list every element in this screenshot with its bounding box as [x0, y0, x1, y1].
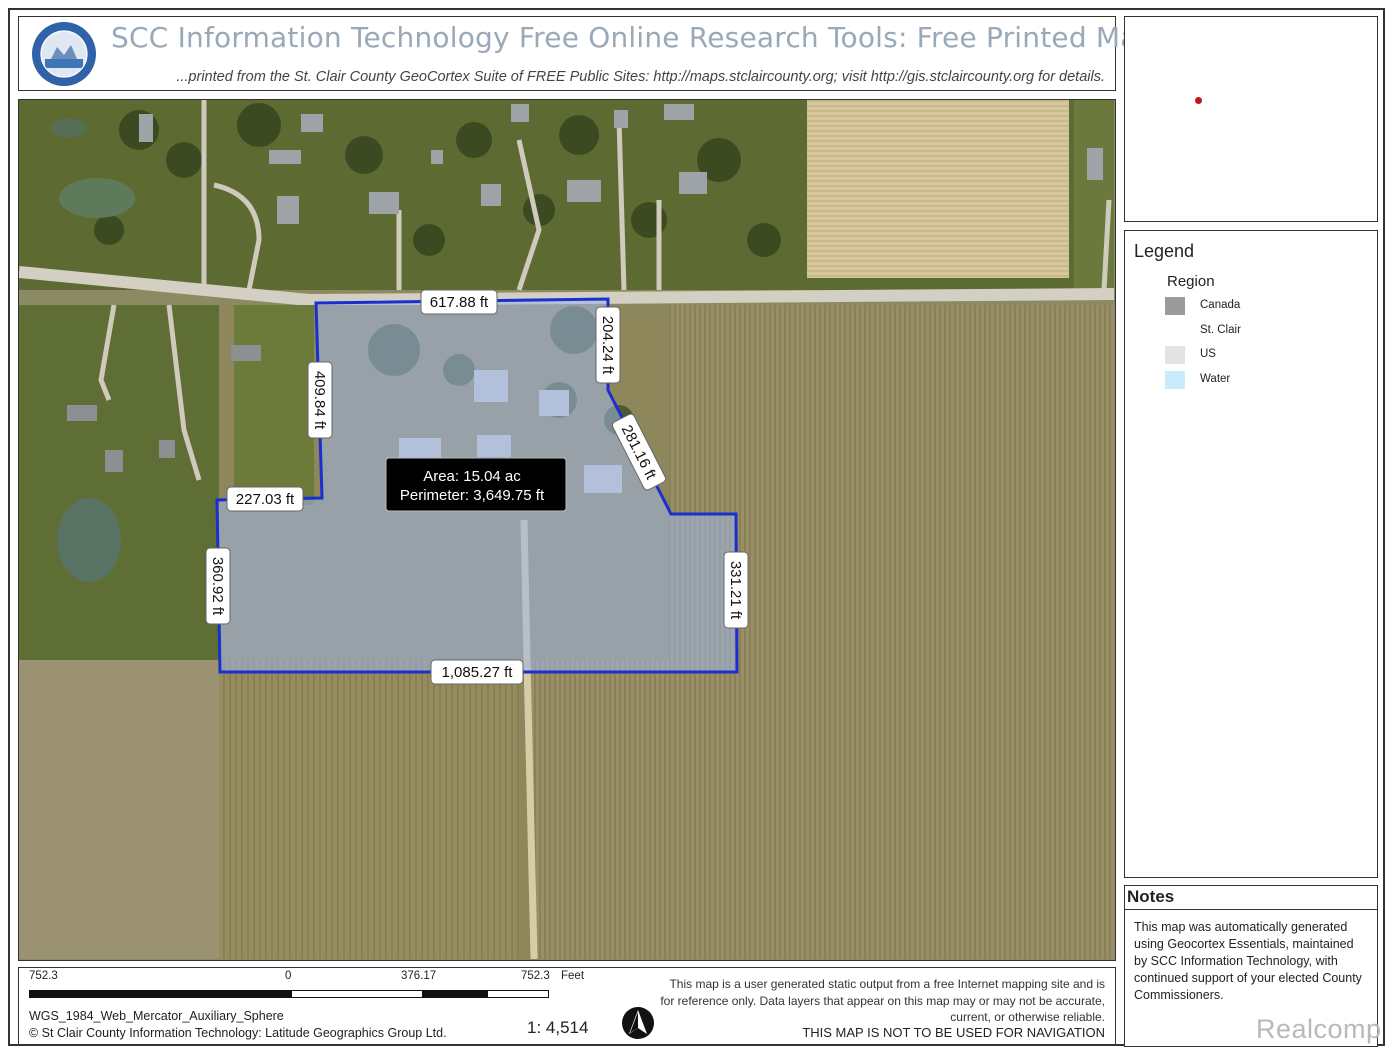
disclaimer-text: This map is a user generated static outp…	[660, 977, 1105, 1024]
scale-bar	[29, 990, 549, 998]
crop-field-south	[219, 660, 519, 959]
map-canvas[interactable]: 617.88 ft 204.24 ft 281.16 ft 331.21 ft …	[19, 100, 1114, 959]
segment-label-west: 360.92 ft	[205, 547, 231, 625]
area-perimeter-box: Area: 15.04 ac Perimeter: 3,649.75 ft	[385, 457, 567, 512]
pond-west	[57, 498, 121, 582]
svg-text:204.24 ft: 204.24 ft	[599, 316, 616, 375]
projection-label: WGS_1984_Web_Mercator_Auxiliary_Sphere	[29, 1009, 284, 1023]
svg-text:Area: 15.04 ac: Area: 15.04 ac	[423, 468, 521, 485]
segment-label-west-upper: 409.84 ft	[307, 361, 333, 439]
segment-label-east: 331.21 ft	[723, 551, 749, 629]
crop-field-north	[807, 100, 1069, 278]
realcomp-watermark: Realcomp	[1256, 1014, 1382, 1044]
svg-text:Perimeter: 3,649.75 ft: Perimeter: 3,649.75 ft	[400, 487, 545, 504]
legend-swatch	[1165, 297, 1185, 315]
residential-west	[19, 305, 219, 660]
pond-north	[59, 178, 135, 218]
scale-tick: 0	[285, 970, 292, 982]
overview-map[interactable]	[1124, 16, 1378, 222]
svg-text:227.03 ft: 227.03 ft	[236, 491, 295, 508]
scale-tick: 752.3	[521, 970, 550, 982]
legend-swatch	[1165, 322, 1185, 340]
legend-title: Legend	[1134, 241, 1195, 261]
aerial-map[interactable]: 617.88 ft 204.24 ft 281.16 ft 331.21 ft …	[18, 99, 1116, 961]
segment-label-north: 617.88 ft	[420, 289, 498, 315]
svg-text:360.92 ft: 360.92 ft	[209, 557, 226, 616]
scale-ratio: 1: 4,514	[527, 1018, 589, 1037]
scale-tick: 752.3	[29, 970, 58, 982]
scale-tick: 376.17	[401, 970, 437, 982]
map-footer: 752.3 0 376.17 752.3 Feet WGS_1984_Web_M…	[18, 967, 1116, 1045]
location-marker-icon	[1195, 97, 1202, 104]
notes-title: Notes	[1125, 886, 1377, 910]
svg-text:617.88 ft: 617.88 ft	[430, 294, 489, 311]
legend-panel: Legend Region Canada St. Clair US Water	[1124, 230, 1378, 878]
notes-body: This map was automatically generated usi…	[1134, 920, 1362, 1002]
segment-label-northeast-vertical: 204.24 ft	[595, 306, 621, 384]
copyright-label: © St Clair County Information Technology…	[29, 1026, 447, 1040]
legend-swatch	[1165, 371, 1185, 389]
map-title: SCC Information Technology Free Online R…	[111, 21, 1156, 54]
north-arrow-icon	[622, 1007, 654, 1039]
svg-text:331.21 ft: 331.21 ft	[727, 561, 744, 620]
segment-label-notch: 227.03 ft	[226, 486, 304, 512]
scale-units: Feet	[561, 970, 585, 982]
legend-swatch	[1165, 346, 1185, 364]
segment-label-south: 1,085.27 ft	[430, 659, 524, 685]
svg-text:409.84 ft: 409.84 ft	[311, 371, 328, 430]
county-seal-logo	[32, 22, 96, 86]
map-subtitle: ...printed from the St. Clair County Geo…	[176, 69, 1105, 85]
navigation-warning: THIS MAP IS NOT TO BE USED FOR NAVIGATIO…	[802, 1025, 1105, 1040]
legend-subtitle: Region	[1167, 273, 1215, 290]
svg-text:1,085.27 ft: 1,085.27 ft	[442, 664, 514, 681]
map-header: SCC Information Technology Free Online R…	[18, 16, 1155, 91]
